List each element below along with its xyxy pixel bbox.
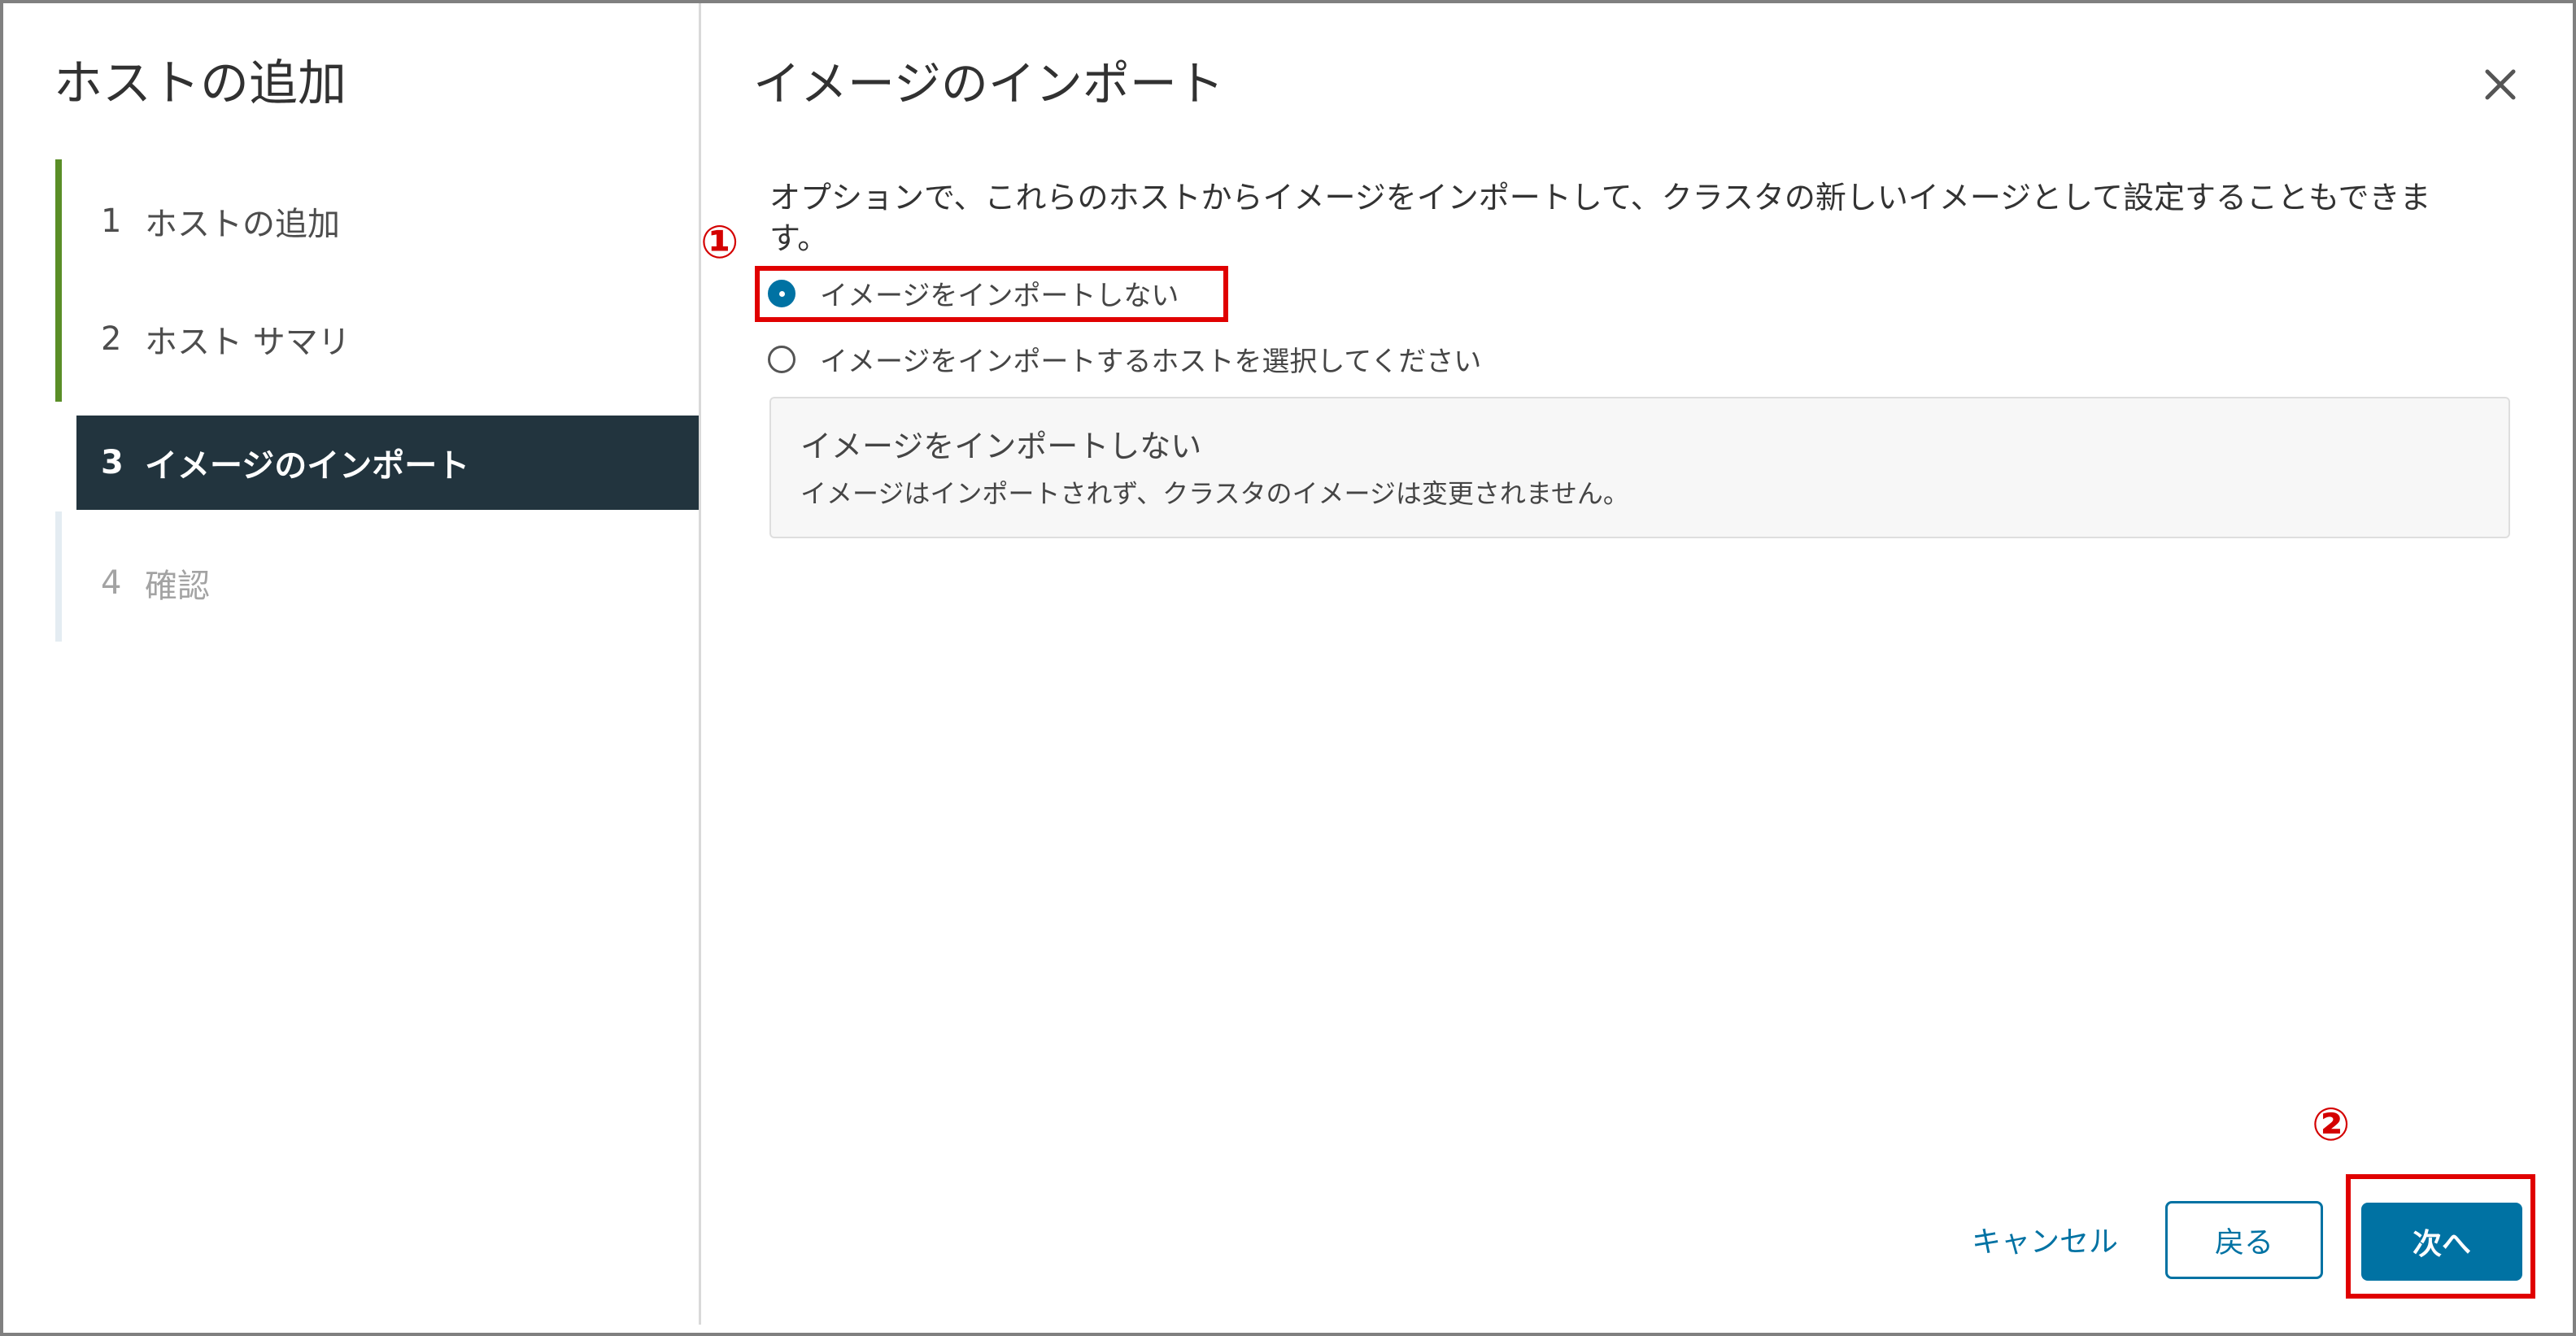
dialog-frame: ホストの追加 1 ホストの追加 2 ホスト サマリ 3 イメージのインポート 4… bbox=[0, 0, 2576, 1336]
info-title: イメージをインポートしない bbox=[800, 429, 1202, 464]
back-button[interactable]: 戻る bbox=[2165, 1201, 2323, 1279]
radio-label: イメージをインポートしない bbox=[820, 280, 1179, 312]
step-rail-pending bbox=[55, 511, 62, 642]
close-icon[interactable] bbox=[2476, 60, 2525, 109]
wizard-title: ホストの追加 bbox=[54, 55, 347, 112]
step-rail-completed bbox=[55, 159, 62, 402]
radio-option-select-host[interactable]: イメージをインポートするホストを選択してください bbox=[768, 339, 1481, 379]
wizard-step-3-active[interactable]: 3 イメージのインポート bbox=[76, 416, 699, 510]
radio-checked-icon[interactable] bbox=[768, 279, 795, 307]
radio-option-no-import[interactable]: イメージをインポートしない bbox=[768, 273, 1179, 313]
page-title: イメージのインポート bbox=[753, 56, 1224, 111]
step-label: ホスト サマリ bbox=[145, 324, 351, 361]
wizard-step-4: 4 確認 bbox=[76, 536, 699, 630]
step-number: 3 bbox=[101, 444, 124, 481]
annotation-marker-2: ② bbox=[2312, 1099, 2351, 1151]
wizard-sidebar: ホストの追加 1 ホストの追加 2 ホスト サマリ 3 イメージのインポート 4… bbox=[3, 3, 701, 1325]
step-label: ホストの追加 bbox=[145, 206, 340, 243]
annotation-marker-1: ① bbox=[700, 216, 739, 269]
option-info-box: イメージをインポートしない イメージはインポートされず、クラスタのイメージは変更… bbox=[769, 397, 2510, 538]
step-label: イメージのインポート bbox=[145, 447, 470, 485]
cancel-button[interactable]: キャンセル bbox=[1964, 1215, 2126, 1264]
step-number: 2 bbox=[101, 320, 122, 358]
step-label: 確認 bbox=[145, 568, 210, 605]
next-button[interactable]: 次へ bbox=[2361, 1203, 2522, 1281]
import-description: オプションで、これらのホストからイメージをインポートして、クラスタの新しいイメー… bbox=[769, 180, 2431, 256]
wizard-step-1[interactable]: 1 ホストの追加 bbox=[76, 174, 699, 268]
info-text: イメージはインポートされず、クラスタのイメージは変更されません。 bbox=[800, 478, 1629, 509]
step-number: 4 bbox=[101, 564, 122, 602]
step-number: 1 bbox=[101, 202, 122, 240]
radio-unchecked-icon[interactable] bbox=[768, 345, 795, 373]
radio-label: イメージをインポートするホストを選択してください bbox=[820, 346, 1482, 378]
wizard-step-2[interactable]: 2 ホスト サマリ bbox=[76, 292, 699, 386]
